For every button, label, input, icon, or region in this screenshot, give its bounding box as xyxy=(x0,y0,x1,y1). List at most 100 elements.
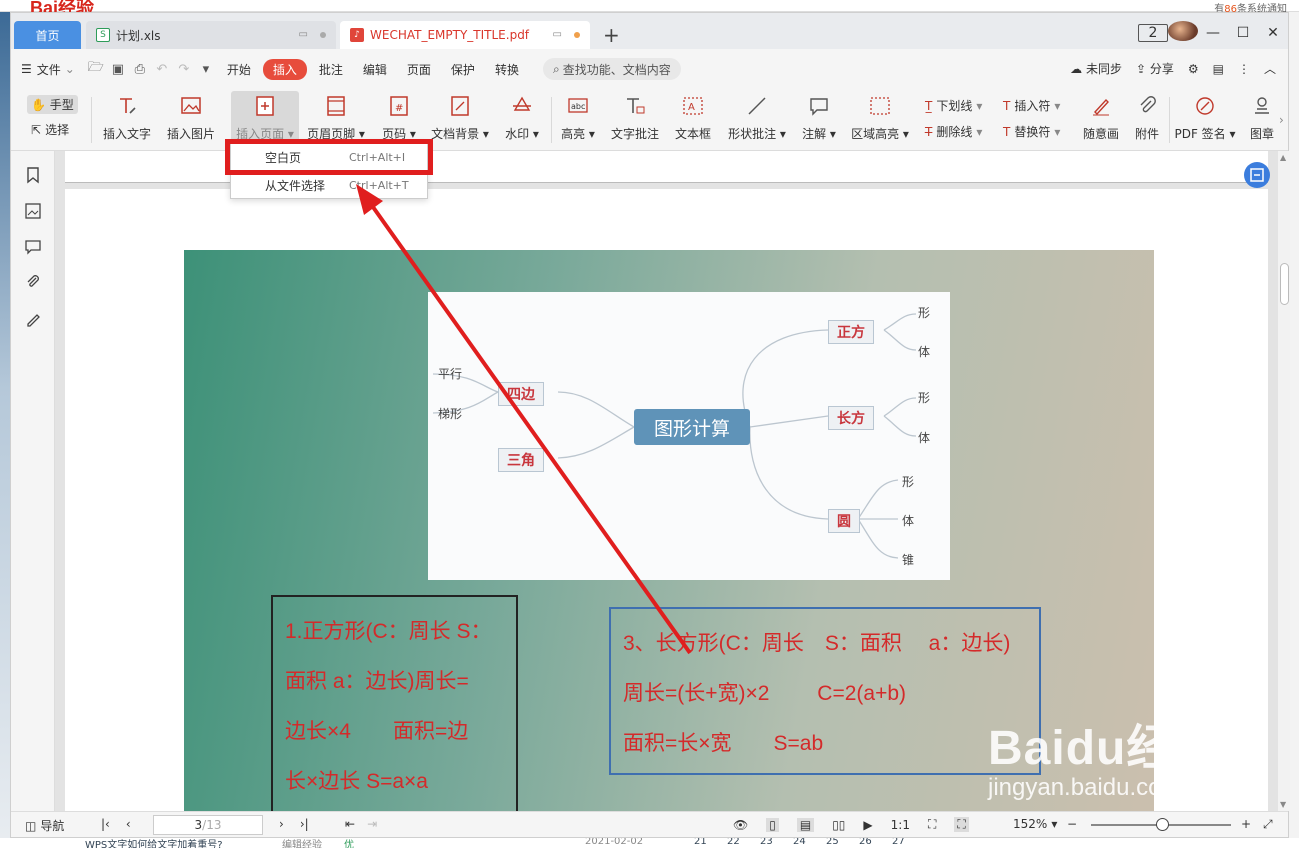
scrollbar-thumb[interactable] xyxy=(1280,263,1289,305)
menu-start[interactable]: 开始 xyxy=(217,61,261,78)
page-number-input[interactable]: 3/13 xyxy=(153,815,263,835)
comment-icon[interactable] xyxy=(23,237,43,257)
chevron-down-icon: ▾ xyxy=(479,127,489,141)
zoom-slider-thumb[interactable] xyxy=(1156,818,1169,831)
collapse-ribbon-icon[interactable]: ︿ xyxy=(1264,60,1276,77)
highlight-button[interactable]: abc 高亮 ▾ xyxy=(557,91,599,147)
zoom-in-icon[interactable]: + xyxy=(1241,817,1251,831)
signature-icon xyxy=(1194,91,1216,121)
background-left-strip xyxy=(0,12,10,848)
tab-home[interactable]: 首页 xyxy=(14,21,81,49)
search-input[interactable]: ⌕ 查找功能、文档内容 xyxy=(542,58,681,80)
watermark-button[interactable]: 水印 ▾ xyxy=(501,91,543,147)
sync-status[interactable]: ☁ 未同步 xyxy=(1070,60,1122,77)
select-tool-button[interactable]: ⇱ 选择 xyxy=(31,121,69,138)
avatar[interactable] xyxy=(1168,21,1198,45)
next-page-icon[interactable]: › xyxy=(279,817,284,831)
menu-item-from-file[interactable]: 从文件选择 Ctrl+Alt+T xyxy=(231,172,427,198)
ribbon-scroll-right-icon[interactable]: › xyxy=(1279,113,1284,127)
scroll-up-icon[interactable]: ▲ xyxy=(1280,153,1286,162)
menu-insert[interactable]: 插入 xyxy=(262,58,307,80)
share-button[interactable]: ⇪ 分享 xyxy=(1136,60,1174,77)
redo-icon[interactable]: ↷ xyxy=(173,62,195,77)
fullscreen-icon[interactable]: ⤢ xyxy=(1263,817,1273,832)
float-tool-icon xyxy=(1250,168,1264,182)
background-browser-bar: Bai经验 有86条系统通知 xyxy=(0,0,1299,18)
continuous-view-icon[interactable]: ▤ xyxy=(796,817,815,832)
cloud-icon: ☁ xyxy=(1070,62,1083,76)
tab-xls[interactable]: S 计划.xls ▭ xyxy=(86,21,336,49)
two-page-view-icon[interactable]: ▯▯ xyxy=(832,818,845,832)
close-button[interactable]: ✕ xyxy=(1258,25,1288,41)
minimize-button[interactable]: — xyxy=(1198,25,1228,41)
menu-page[interactable]: 页面 xyxy=(397,61,441,78)
area-highlight-button[interactable]: 区域高亮 ▾ xyxy=(849,91,911,147)
document-background-button[interactable]: 文档背景 ▾ xyxy=(431,91,489,147)
maximize-button[interactable]: ☐ xyxy=(1228,25,1258,41)
shape-comment-button[interactable]: 形状批注 ▾ xyxy=(725,91,789,147)
replace-symbol-button[interactable]: T 替换符 ▾ xyxy=(1003,123,1060,140)
message-icon[interactable]: ▤ xyxy=(1213,62,1224,76)
save-icon[interactable]: ▣ xyxy=(107,62,129,77)
annotation-button[interactable]: 注解 ▾ xyxy=(799,91,839,147)
last-page-icon[interactable]: ›| xyxy=(300,817,309,831)
menu-comment[interactable]: 批注 xyxy=(309,61,353,78)
undo-icon[interactable]: ↶ xyxy=(151,62,173,77)
floating-tool-button[interactable] xyxy=(1244,162,1270,188)
signature-panel-icon[interactable] xyxy=(23,309,43,329)
fit-page-icon[interactable]: ⛶ xyxy=(928,817,936,832)
attachment-icon[interactable] xyxy=(23,273,43,293)
window-count-icon[interactable]: 2 xyxy=(1138,24,1168,42)
print-icon[interactable]: ⎙ xyxy=(129,62,151,77)
stamp-button[interactable]: 图章 xyxy=(1247,91,1277,147)
file-menu[interactable]: ☰ 文件 ⌄ xyxy=(11,61,85,78)
chevron-down-icon: ⌄ xyxy=(64,62,75,76)
eye-icon[interactable]: 👁 xyxy=(733,818,748,832)
forward-icon[interactable]: ⇥ xyxy=(367,817,377,831)
zoom-level[interactable]: 152% ▾ xyxy=(1013,817,1057,831)
insert-text-button[interactable]: 插入文字 xyxy=(99,91,155,147)
menu-edit[interactable]: 编辑 xyxy=(353,61,397,78)
more-icon[interactable]: ⋮ xyxy=(1238,62,1250,76)
strikethrough-icon: T̶ xyxy=(925,124,933,139)
strikethrough-button[interactable]: T̶ 删除线 ▾ xyxy=(925,123,982,140)
gear-icon[interactable]: ⚙ xyxy=(1188,62,1199,76)
fit-width-icon[interactable]: ⛶ xyxy=(954,817,969,832)
pdf-sign-button[interactable]: PDF 签名 ▾ xyxy=(1173,91,1237,147)
play-icon[interactable]: ▶ xyxy=(863,818,872,832)
text-box-button[interactable]: A 文本框 xyxy=(671,91,715,147)
thumbnail-icon[interactable] xyxy=(23,201,43,221)
attachment-button[interactable]: 附件 xyxy=(1129,91,1165,147)
monitor-icon[interactable]: ▭ xyxy=(553,29,562,40)
actual-size-icon[interactable]: 1:1 xyxy=(891,818,910,832)
menu-protect[interactable]: 保护 xyxy=(441,61,485,78)
prev-page-icon[interactable]: ‹ xyxy=(126,817,131,831)
background-link[interactable]: WPS文字如何给文字加着重号? xyxy=(85,838,223,848)
open-folder-icon[interactable]: 🗁 xyxy=(85,58,107,80)
back-icon[interactable]: ⇤ xyxy=(345,817,355,831)
header-footer-icon xyxy=(326,91,346,121)
single-page-view-icon[interactable]: ▯ xyxy=(766,817,779,832)
new-tab-button[interactable]: + xyxy=(603,25,620,45)
mind-node: 三角 xyxy=(498,448,544,472)
scroll-down-icon[interactable]: ▼ xyxy=(1280,800,1286,809)
text-comment-button[interactable]: 文字批注 xyxy=(609,91,661,147)
freehand-button[interactable]: 随意画 xyxy=(1079,91,1123,147)
pdf-icon: ♪ xyxy=(350,28,364,42)
quick-access-dropdown-icon[interactable]: ▾ xyxy=(195,62,217,77)
monitor-icon[interactable]: ▭ xyxy=(299,29,308,40)
menu-convert[interactable]: 转换 xyxy=(485,61,529,78)
zoom-out-icon[interactable]: − xyxy=(1067,817,1077,831)
navigation-button[interactable]: ◫ 导航 xyxy=(25,817,64,834)
first-page-icon[interactable]: |‹ xyxy=(101,817,110,831)
bookmark-icon[interactable] xyxy=(23,165,43,185)
highlight-icon: abc xyxy=(567,91,589,121)
underline-button[interactable]: T̲ 下划线 ▾ xyxy=(925,97,982,114)
insert-image-button[interactable]: 插入图片 xyxy=(163,91,219,147)
insert-symbol-button[interactable]: T 插入符 ▾ xyxy=(1003,97,1060,114)
vertical-scrollbar[interactable]: ▲ ▼ xyxy=(1278,151,1290,811)
chevron-down-icon: ▾ xyxy=(776,127,786,141)
tab-pdf[interactable]: ♪ WECHAT_EMPTY_TITLE.pdf ▭ xyxy=(340,21,590,49)
hand-tool-button[interactable]: ✋ 手型 xyxy=(27,95,78,114)
page-number-icon: # xyxy=(389,91,409,121)
